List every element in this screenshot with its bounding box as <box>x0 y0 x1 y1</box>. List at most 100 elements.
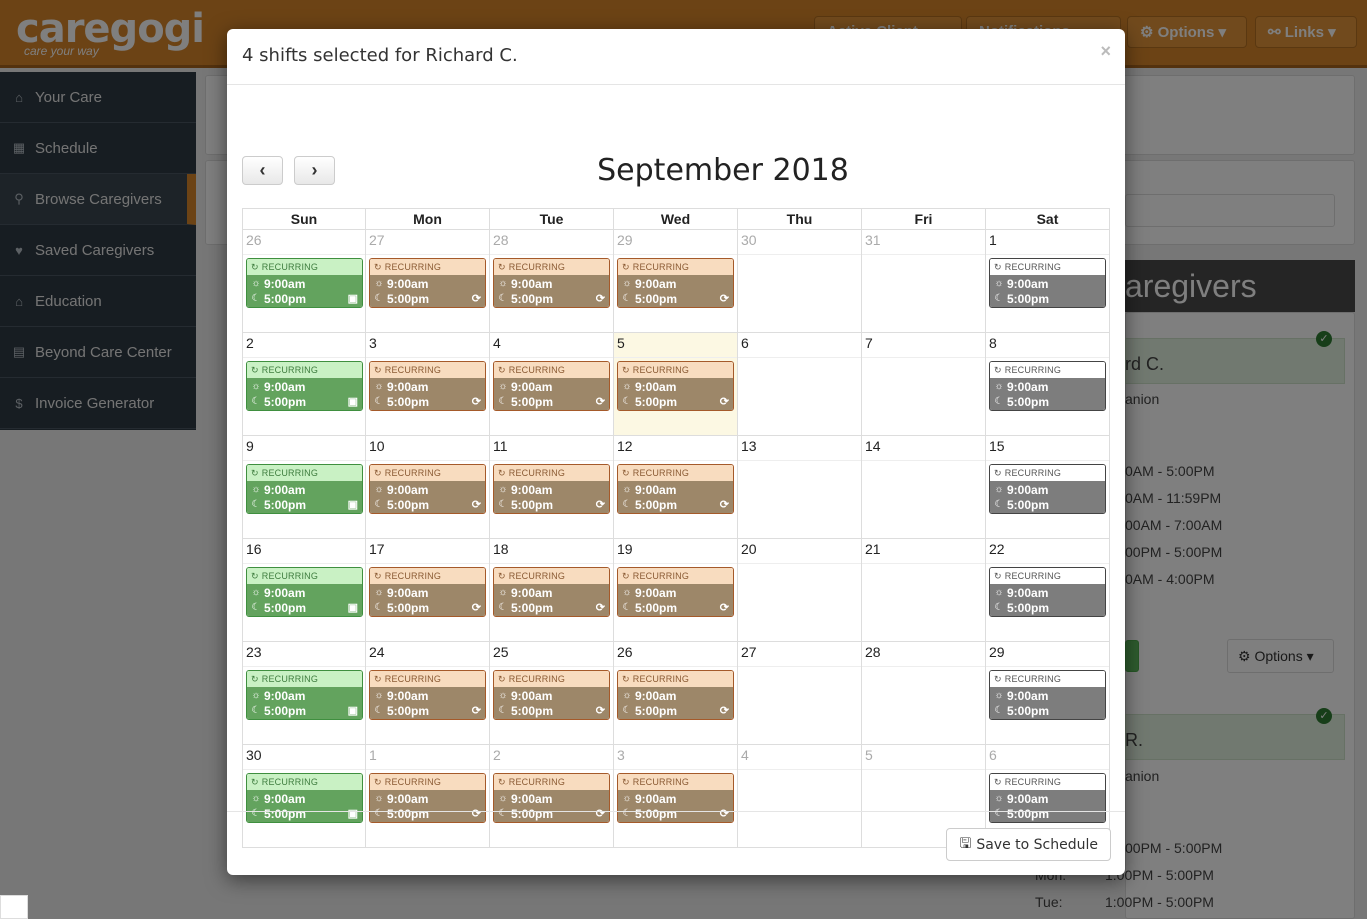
shift-event[interactable]: ↻ RECURRING ☼ 9:00am ☾ 5:00pm ⟳ <box>617 361 734 411</box>
event-type-bar: ↻ RECURRING <box>494 774 609 790</box>
calendar-day-cell[interactable]: 7 <box>862 333 986 436</box>
calendar-day-cell[interactable]: 14 <box>862 436 986 539</box>
calendar-day-cell[interactable]: 12 ↻ RECURRING ☼ 9:00am ☾ 5:00pm ⟳ <box>614 436 738 539</box>
event-end-time: 5:00pm <box>264 291 307 306</box>
sun-icon: ☼ <box>251 587 261 598</box>
calendar-day-cell[interactable]: 13 <box>738 436 862 539</box>
day-number: 9 <box>246 438 254 454</box>
event-start-time: 9:00am <box>387 482 429 497</box>
calendar-check-icon: ▣ <box>347 396 358 408</box>
event-type-label: RECURRING <box>632 777 690 787</box>
shift-event[interactable]: ↻ RECURRING ☼ 9:00am ☾ 5:00pm ⟳ <box>493 361 610 411</box>
calendar-week-row: 9 ↻ RECURRING ☼ 9:00am ☾ 5:00pm ▣ 10 ↻ RECURRING ☼ 9… <box>242 436 1110 539</box>
calendar-day-cell[interactable]: 23 ↻ RECURRING ☼ 9:00am ☾ 5:00pm ▣ <box>242 642 366 745</box>
sync-icon: ⟳ <box>719 499 729 511</box>
event-time-block: ☼ 9:00am ☾ 5:00pm ⟳ <box>618 275 733 307</box>
calendar-day-cell[interactable]: 17 ↻ RECURRING ☼ 9:00am ☾ 5:00pm ⟳ <box>366 539 490 642</box>
shift-event[interactable]: ↻ RECURRING ☼ 9:00am ☾ 5:00pm ⟳ <box>369 670 486 720</box>
day-number: 14 <box>865 438 881 454</box>
calendar-day-cell[interactable]: 26 ↻ RECURRING ☼ 9:00am ☾ 5:00pm ▣ <box>242 230 366 333</box>
shift-event[interactable]: ↻ RECURRING ☼ 9:00am ☾ 5:00pm <box>989 464 1106 514</box>
shift-event[interactable]: ↻ RECURRING ☼ 9:00am ☾ 5:00pm ⟳ <box>617 464 734 514</box>
event-time-block: ☼ 9:00am ☾ 5:00pm <box>990 378 1105 410</box>
calendar-day-cell[interactable]: 4 ↻ RECURRING ☼ 9:00am ☾ 5:00pm ⟳ <box>490 333 614 436</box>
calendar-day-cell[interactable]: 26 ↻ RECURRING ☼ 9:00am ☾ 5:00pm ⟳ <box>614 642 738 745</box>
calendar-day-cell[interactable]: 8 ↻ RECURRING ☼ 9:00am ☾ 5:00pm <box>986 333 1110 436</box>
calendar-day-cell[interactable]: 29 ↻ RECURRING ☼ 9:00am ☾ 5:00pm ⟳ <box>614 230 738 333</box>
shift-event[interactable]: ↻ RECURRING ☼ 9:00am ☾ 5:00pm ⟳ <box>617 258 734 308</box>
recurring-icon: ↻ <box>994 364 1002 375</box>
calendar-day-cell[interactable]: 6 <box>738 333 862 436</box>
shift-event[interactable]: ↻ RECURRING ☼ 9:00am ☾ 5:00pm <box>989 567 1106 617</box>
sun-icon: ☼ <box>374 381 384 392</box>
calendar-day-cell[interactable]: 29 ↻ RECURRING ☼ 9:00am ☾ 5:00pm <box>986 642 1110 745</box>
shift-event[interactable]: ↻ RECURRING ☼ 9:00am ☾ 5:00pm ▣ <box>246 464 363 514</box>
shift-event[interactable]: ↻ RECURRING ☼ 9:00am ☾ 5:00pm ⟳ <box>493 258 610 308</box>
calendar-day-cell[interactable]: 28 ↻ RECURRING ☼ 9:00am ☾ 5:00pm ⟳ <box>490 230 614 333</box>
shift-event[interactable]: ↻ RECURRING ☼ 9:00am ☾ 5:00pm ⟳ <box>493 464 610 514</box>
calendar-day-cell[interactable]: 3 ↻ RECURRING ☼ 9:00am ☾ 5:00pm ⟳ <box>366 333 490 436</box>
event-end-time: 5:00pm <box>635 394 678 409</box>
shift-event[interactable]: ↻ RECURRING ☼ 9:00am ☾ 5:00pm ⟳ <box>369 464 486 514</box>
shift-event[interactable]: ↻ RECURRING ☼ 9:00am ☾ 5:00pm ▣ <box>246 567 363 617</box>
shift-event[interactable]: ↻ RECURRING ☼ 9:00am ☾ 5:00pm ⟳ <box>369 258 486 308</box>
event-time-block: ☼ 9:00am ☾ 5:00pm ⟳ <box>370 584 485 616</box>
calendar-day-cell[interactable]: 18 ↻ RECURRING ☼ 9:00am ☾ 5:00pm ⟳ <box>490 539 614 642</box>
event-type-label: RECURRING <box>384 468 442 478</box>
shift-event[interactable]: ↻ RECURRING ☼ 9:00am ☾ 5:00pm <box>989 258 1106 308</box>
sun-icon: ☼ <box>994 381 1004 392</box>
calendar-day-cell[interactable]: 15 ↻ RECURRING ☼ 9:00am ☾ 5:00pm <box>986 436 1110 539</box>
shift-event[interactable]: ↻ RECURRING ☼ 9:00am ☾ 5:00pm ⟳ <box>617 670 734 720</box>
recurring-icon: ↻ <box>622 364 630 375</box>
event-type-label: RECURRING <box>1004 777 1062 787</box>
event-type-bar: ↻ RECURRING <box>370 465 485 481</box>
calendar-day-cell[interactable]: 9 ↻ RECURRING ☼ 9:00am ☾ 5:00pm ▣ <box>242 436 366 539</box>
corner-widget[interactable] <box>0 895 28 919</box>
calendar-day-cell[interactable]: 31 <box>862 230 986 333</box>
calendar-day-cell[interactable]: 19 ↻ RECURRING ☼ 9:00am ☾ 5:00pm ⟳ <box>614 539 738 642</box>
shift-event[interactable]: ↻ RECURRING ☼ 9:00am ☾ 5:00pm ▣ <box>246 361 363 411</box>
moon-icon: ☾ <box>994 396 1004 407</box>
shift-event[interactable]: ↻ RECURRING ☼ 9:00am ☾ 5:00pm <box>989 361 1106 411</box>
shift-event[interactable]: ↻ RECURRING ☼ 9:00am ☾ 5:00pm ⟳ <box>369 361 486 411</box>
calendar-day-cell[interactable]: 1 ↻ RECURRING ☼ 9:00am ☾ 5:00pm <box>986 230 1110 333</box>
calendar-day-cell[interactable]: 27 ↻ RECURRING ☼ 9:00am ☾ 5:00pm ⟳ <box>366 230 490 333</box>
shift-event[interactable]: ↻ RECURRING ☼ 9:00am ☾ 5:00pm ⟳ <box>369 567 486 617</box>
event-type-label: RECURRING <box>384 674 442 684</box>
calendar-day-cell[interactable]: 10 ↻ RECURRING ☼ 9:00am ☾ 5:00pm ⟳ <box>366 436 490 539</box>
calendar-day-cell[interactable]: 2 ↻ RECURRING ☼ 9:00am ☾ 5:00pm ▣ <box>242 333 366 436</box>
calendar-day-cell[interactable]: 22 ↻ RECURRING ☼ 9:00am ☾ 5:00pm <box>986 539 1110 642</box>
event-type-label: RECURRING <box>632 468 690 478</box>
calendar-day-cell[interactable]: 28 <box>862 642 986 745</box>
event-type-label: RECURRING <box>261 674 319 684</box>
calendar-day-cell[interactable]: 16 ↻ RECURRING ☼ 9:00am ☾ 5:00pm ▣ <box>242 539 366 642</box>
close-icon[interactable]: × <box>1100 41 1111 62</box>
save-to-schedule-button[interactable]: 🖫 Save to Schedule <box>946 828 1111 861</box>
day-header <box>862 333 985 358</box>
recurring-icon: ↻ <box>374 467 382 478</box>
sun-icon: ☼ <box>994 690 1004 701</box>
recurring-icon: ↻ <box>498 261 506 272</box>
sun-icon: ☼ <box>251 690 261 701</box>
calendar-day-cell[interactable]: 24 ↻ RECURRING ☼ 9:00am ☾ 5:00pm ⟳ <box>366 642 490 745</box>
calendar-day-cell[interactable]: 5 ↻ RECURRING ☼ 9:00am ☾ 5:00pm ⟳ <box>614 333 738 436</box>
sun-icon: ☼ <box>498 484 508 495</box>
shift-event[interactable]: ↻ RECURRING ☼ 9:00am ☾ 5:00pm ▣ <box>246 258 363 308</box>
calendar-day-cell[interactable]: 11 ↻ RECURRING ☼ 9:00am ☾ 5:00pm ⟳ <box>490 436 614 539</box>
sun-icon: ☼ <box>622 690 632 701</box>
day-header <box>986 230 1109 255</box>
moon-icon: ☾ <box>251 499 261 510</box>
calendar-day-cell[interactable]: 25 ↻ RECURRING ☼ 9:00am ☾ 5:00pm ⟳ <box>490 642 614 745</box>
shift-event[interactable]: ↻ RECURRING ☼ 9:00am ☾ 5:00pm ⟳ <box>617 567 734 617</box>
calendar-day-cell[interactable]: 27 <box>738 642 862 745</box>
shift-event[interactable]: ↻ RECURRING ☼ 9:00am ☾ 5:00pm ⟳ <box>493 567 610 617</box>
shift-event[interactable]: ↻ RECURRING ☼ 9:00am ☾ 5:00pm ⟳ <box>493 670 610 720</box>
calendar-day-cell[interactable]: 20 <box>738 539 862 642</box>
recurring-icon: ↻ <box>994 467 1002 478</box>
calendar-day-cell[interactable]: 21 <box>862 539 986 642</box>
shift-event[interactable]: ↻ RECURRING ☼ 9:00am ☾ 5:00pm ▣ <box>246 670 363 720</box>
event-start-time: 9:00am <box>264 585 306 600</box>
shift-event[interactable]: ↻ RECURRING ☼ 9:00am ☾ 5:00pm <box>989 670 1106 720</box>
event-start-time: 9:00am <box>387 276 429 291</box>
calendar-day-cell[interactable]: 30 <box>738 230 862 333</box>
